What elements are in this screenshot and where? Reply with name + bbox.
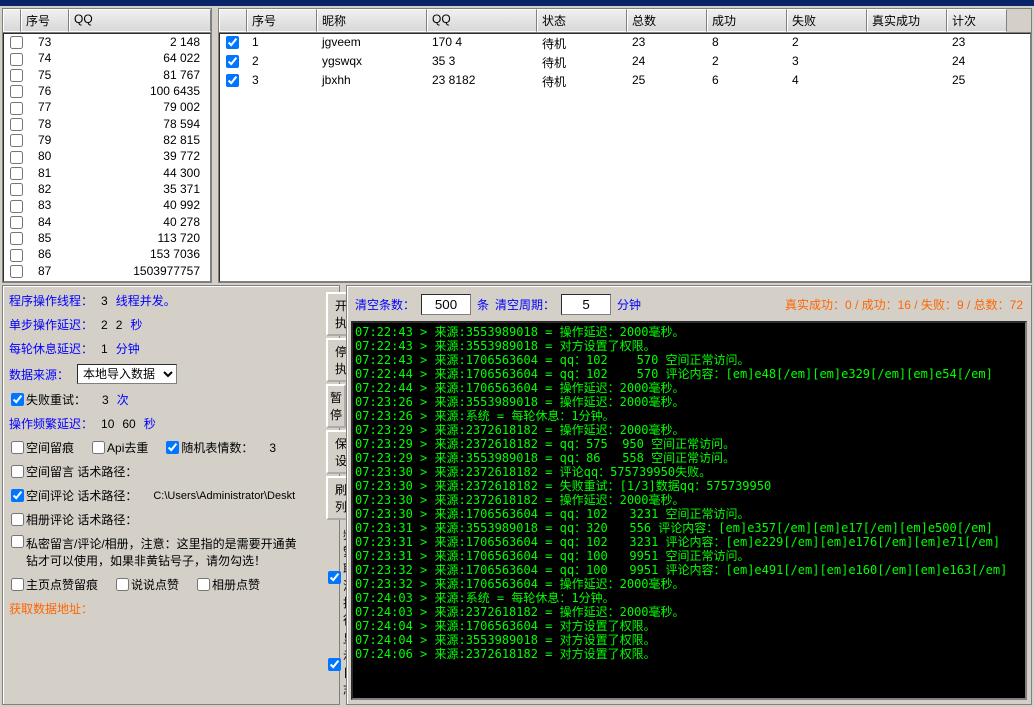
table-row[interactable]: 2ygswqx35 3待机242324 [220,53,1030,72]
table-row[interactable]: 7878 594 [4,116,210,132]
table-row[interactable]: 7581 767 [4,67,210,83]
table-row[interactable]: 76100 6435 [4,83,210,99]
settings-panel: 程序操作线程：3线程并发。 单步操作延迟：22秒 每轮休息延迟：1分钟 数据来源… [2,285,340,705]
pause-button[interactable]: 暂停 [326,384,346,428]
table-row[interactable]: 7464 022 [4,50,210,66]
left-qq-list: 序号 QQ 732 1487464 0227581 76776100 64357… [2,8,212,283]
fail-retry-checkbox[interactable] [11,393,24,406]
space-trace-checkbox[interactable] [11,441,24,454]
log-area[interactable]: 07:22:43 > 来源:3553989018 = 操作延迟：2000毫秒。0… [351,321,1027,700]
table-row[interactable]: 8235 371 [4,181,210,197]
right-table-body[interactable]: 1jgveem170 4待机2382232ygswqx35 3待机2423243… [219,33,1031,282]
col-qq[interactable]: QQ [69,9,211,32]
talk-like-checkbox[interactable] [116,578,129,591]
col-seq[interactable]: 序号 [21,9,69,32]
table-row[interactable]: 8144 300 [4,165,210,181]
table-row[interactable]: 85113 720 [4,230,210,246]
show-log-checkbox[interactable] [328,658,341,671]
table-row[interactable]: 871503977757 [4,263,210,279]
table-row[interactable]: 86153 7036 [4,246,210,262]
clear-count-input[interactable] [421,294,471,315]
table-row[interactable]: 8340 992 [4,197,210,213]
table-row[interactable]: 7779 002 [4,99,210,115]
clear-cycle-input[interactable] [561,294,611,315]
private-msg-checkbox[interactable] [11,535,24,548]
space-comment-checkbox[interactable] [11,489,24,502]
table-row[interactable]: 8039 772 [4,148,210,164]
data-source-select[interactable]: 本地导入数据 [77,364,177,384]
home-like-checkbox[interactable] [11,578,24,591]
album-comment-checkbox[interactable] [11,513,24,526]
stats-text: 真实成功：0 / 成功：16 / 失败：9 / 总数：72 [785,296,1023,313]
album-like-checkbox[interactable] [197,578,210,591]
right-account-list: 序号 昵称 QQ 状态 总数 成功 失败 真实成功 计次 1jgveem170 … [218,8,1032,283]
table-row[interactable]: 7982 815 [4,132,210,148]
space-msg-checkbox[interactable] [11,465,24,478]
log-panel: 清空条数： 条 清空周期： 分钟 真实成功：0 / 成功：16 / 失败：9 /… [346,285,1032,705]
table-row[interactable]: 3jbxhh23 8182待机256425 [220,72,1030,91]
random-emoji-checkbox[interactable] [166,441,179,454]
left-table-body[interactable]: 732 1487464 0227581 76776100 64357779 00… [3,33,211,282]
freq-cancel-checkbox[interactable] [328,571,341,584]
table-row[interactable]: 732 148 [4,34,210,50]
api-dedup-checkbox[interactable] [92,441,105,454]
table-row[interactable]: 1jgveem170 4待机238223 [220,34,1030,53]
table-row[interactable]: 8440 278 [4,214,210,230]
